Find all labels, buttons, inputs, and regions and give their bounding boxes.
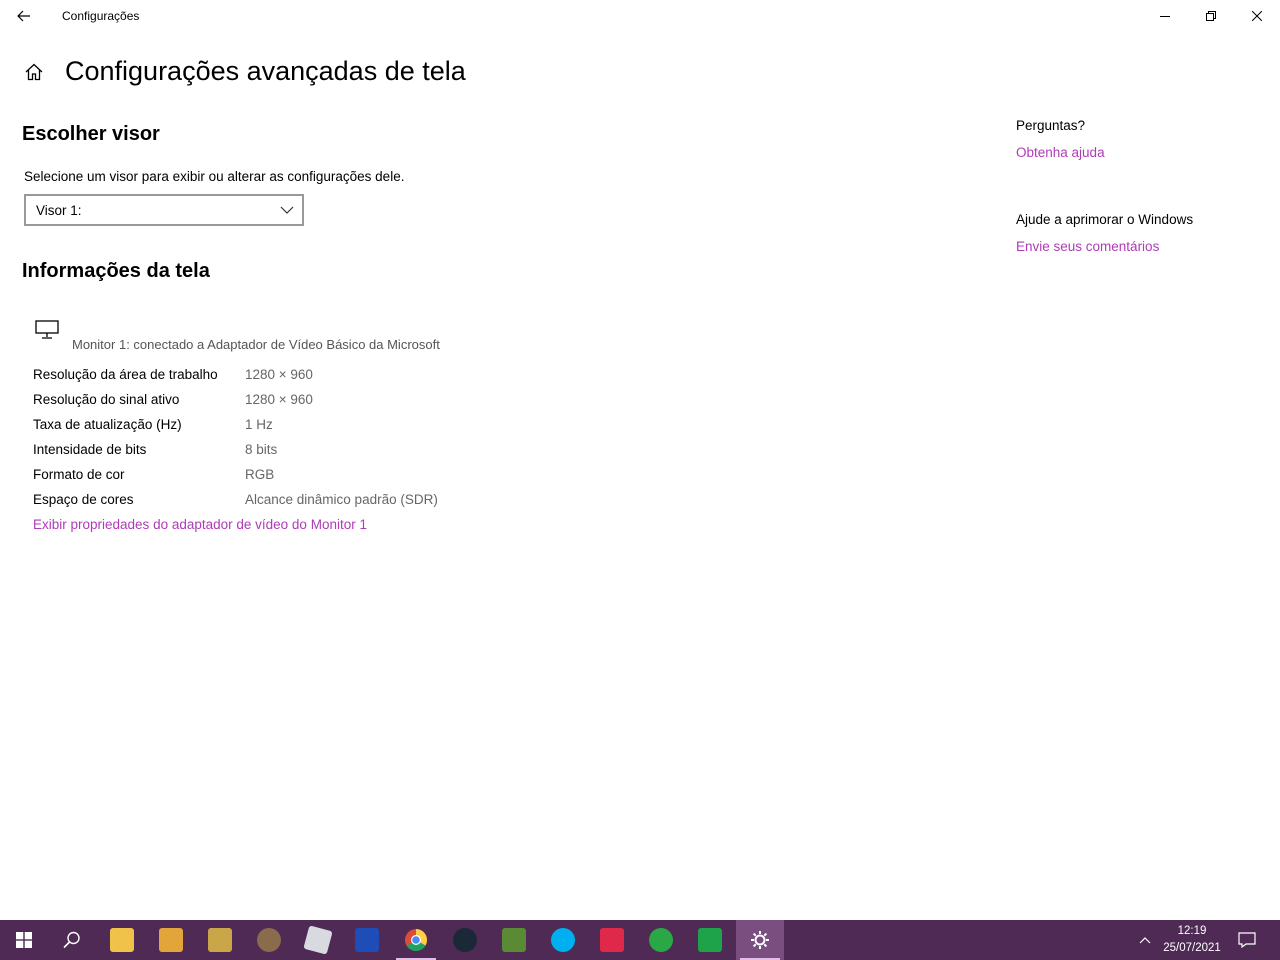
taskbar-app[interactable] <box>196 920 244 960</box>
display-select-value: Visor 1: <box>36 202 82 218</box>
info-label: Espaço de cores <box>33 492 134 507</box>
restore-icon <box>1206 11 1216 21</box>
minecraft-icon <box>502 928 526 952</box>
close-icon <box>1252 11 1262 21</box>
info-value: 1280 × 960 <box>245 392 313 407</box>
home-button[interactable] <box>22 60 46 84</box>
get-help-link[interactable]: Obtenha ajuda <box>1016 145 1105 160</box>
taskbar-app[interactable] <box>98 920 146 960</box>
display-select[interactable]: Visor 1: <box>24 194 304 226</box>
home-icon <box>25 63 43 81</box>
red-app-icon <box>600 928 624 952</box>
info-label: Formato de cor <box>33 467 125 482</box>
clock-date: 25/07/2021 <box>1163 942 1221 954</box>
taskbar-app[interactable] <box>294 920 342 960</box>
taskbar-app[interactable] <box>343 920 391 960</box>
chrome-icon <box>405 929 427 951</box>
notifications-button[interactable] <box>1232 920 1262 960</box>
taskbar-app[interactable] <box>588 920 636 960</box>
info-row-color-format: Formato de cor RGB <box>33 467 633 487</box>
show-hidden-icons-button[interactable] <box>1133 920 1157 960</box>
back-arrow-icon <box>17 10 30 22</box>
start-button[interactable] <box>0 920 48 960</box>
search-button[interactable] <box>48 920 96 960</box>
info-row-desktop-resolution: Resolução da área de trabalho 1280 × 960 <box>33 367 633 387</box>
taskbar-settings-app[interactable] <box>736 920 784 960</box>
minimize-button[interactable] <box>1142 0 1188 32</box>
chevron-up-icon <box>1139 937 1151 944</box>
taskbar-app[interactable] <box>245 920 293 960</box>
gear-icon <box>751 931 769 949</box>
league-client-icon <box>208 928 232 952</box>
questions-label: Perguntas? <box>1016 118 1086 133</box>
monitor-caption: Monitor 1: conectado a Adaptador de Víde… <box>72 337 440 352</box>
taskbar-clock[interactable]: 12:19 25/07/2021 <box>1158 923 1226 957</box>
taskbar-app[interactable] <box>441 920 489 960</box>
roblox-icon <box>303 925 333 955</box>
info-label: Intensidade de bits <box>33 442 147 457</box>
chevron-down-icon <box>280 206 294 214</box>
info-value: 1280 × 960 <box>245 367 313 382</box>
close-button[interactable] <box>1234 0 1280 32</box>
info-value: 1 Hz <box>245 417 273 432</box>
internet-download-icon <box>649 928 673 952</box>
info-row-refresh-rate: Taxa de atualização (Hz) 1 Hz <box>33 417 633 437</box>
game-app-icon <box>159 928 183 952</box>
clock-time: 12:19 <box>1177 925 1207 937</box>
z-app-icon <box>355 928 379 952</box>
taskbar-app[interactable] <box>686 920 734 960</box>
taskbar-app[interactable] <box>392 920 440 960</box>
steam-icon <box>453 928 477 952</box>
info-label: Resolução da área de trabalho <box>33 367 218 382</box>
feedback-link[interactable]: Envie seus comentários <box>1016 239 1159 254</box>
taskbar: 12:19 25/07/2021 <box>0 920 1280 960</box>
info-value: RGB <box>245 467 275 482</box>
improve-windows-label: Ajude a aprimorar o Windows <box>1016 212 1194 227</box>
page-title: Configurações avançadas de tela <box>65 56 466 86</box>
taskbar-app[interactable] <box>539 920 587 960</box>
info-value: 8 bits <box>245 442 278 457</box>
taskbar-app[interactable] <box>147 920 195 960</box>
avatar-app-icon <box>257 928 281 952</box>
window-title: Configurações <box>62 9 140 23</box>
windows-logo-icon <box>16 932 32 948</box>
adapter-properties-link[interactable]: Exibir propriedades do adaptador de víde… <box>33 517 367 532</box>
display-info-heading: Informações da tela <box>22 260 210 282</box>
restore-button[interactable] <box>1188 0 1234 32</box>
info-value: Alcance dinâmico padrão (SDR) <box>245 492 438 507</box>
taskbar-app[interactable] <box>490 920 538 960</box>
choose-display-heading: Escolher visor <box>22 123 160 145</box>
notification-icon <box>1238 932 1256 948</box>
choose-display-caption: Selecione um visor para exibir ou altera… <box>24 169 405 184</box>
file-explorer-icon <box>110 928 134 952</box>
info-row-color-space: Espaço de cores Alcance dinâmico padrão … <box>33 492 633 512</box>
info-label: Taxa de atualização (Hz) <box>33 417 182 432</box>
monitor-icon <box>35 320 59 339</box>
info-row-bit-depth: Intensidade de bits 8 bits <box>33 442 633 462</box>
back-button[interactable] <box>0 0 48 32</box>
info-row-active-signal-resolution: Resolução do sinal ativo 1280 × 960 <box>33 392 633 412</box>
info-label: Resolução do sinal ativo <box>33 392 180 407</box>
title-bar: Configurações <box>0 0 1280 32</box>
green-app-icon <box>698 928 722 952</box>
minimize-icon <box>1160 16 1170 17</box>
search-icon <box>63 931 80 949</box>
taskbar-app[interactable] <box>637 920 685 960</box>
skype-icon <box>551 928 575 952</box>
